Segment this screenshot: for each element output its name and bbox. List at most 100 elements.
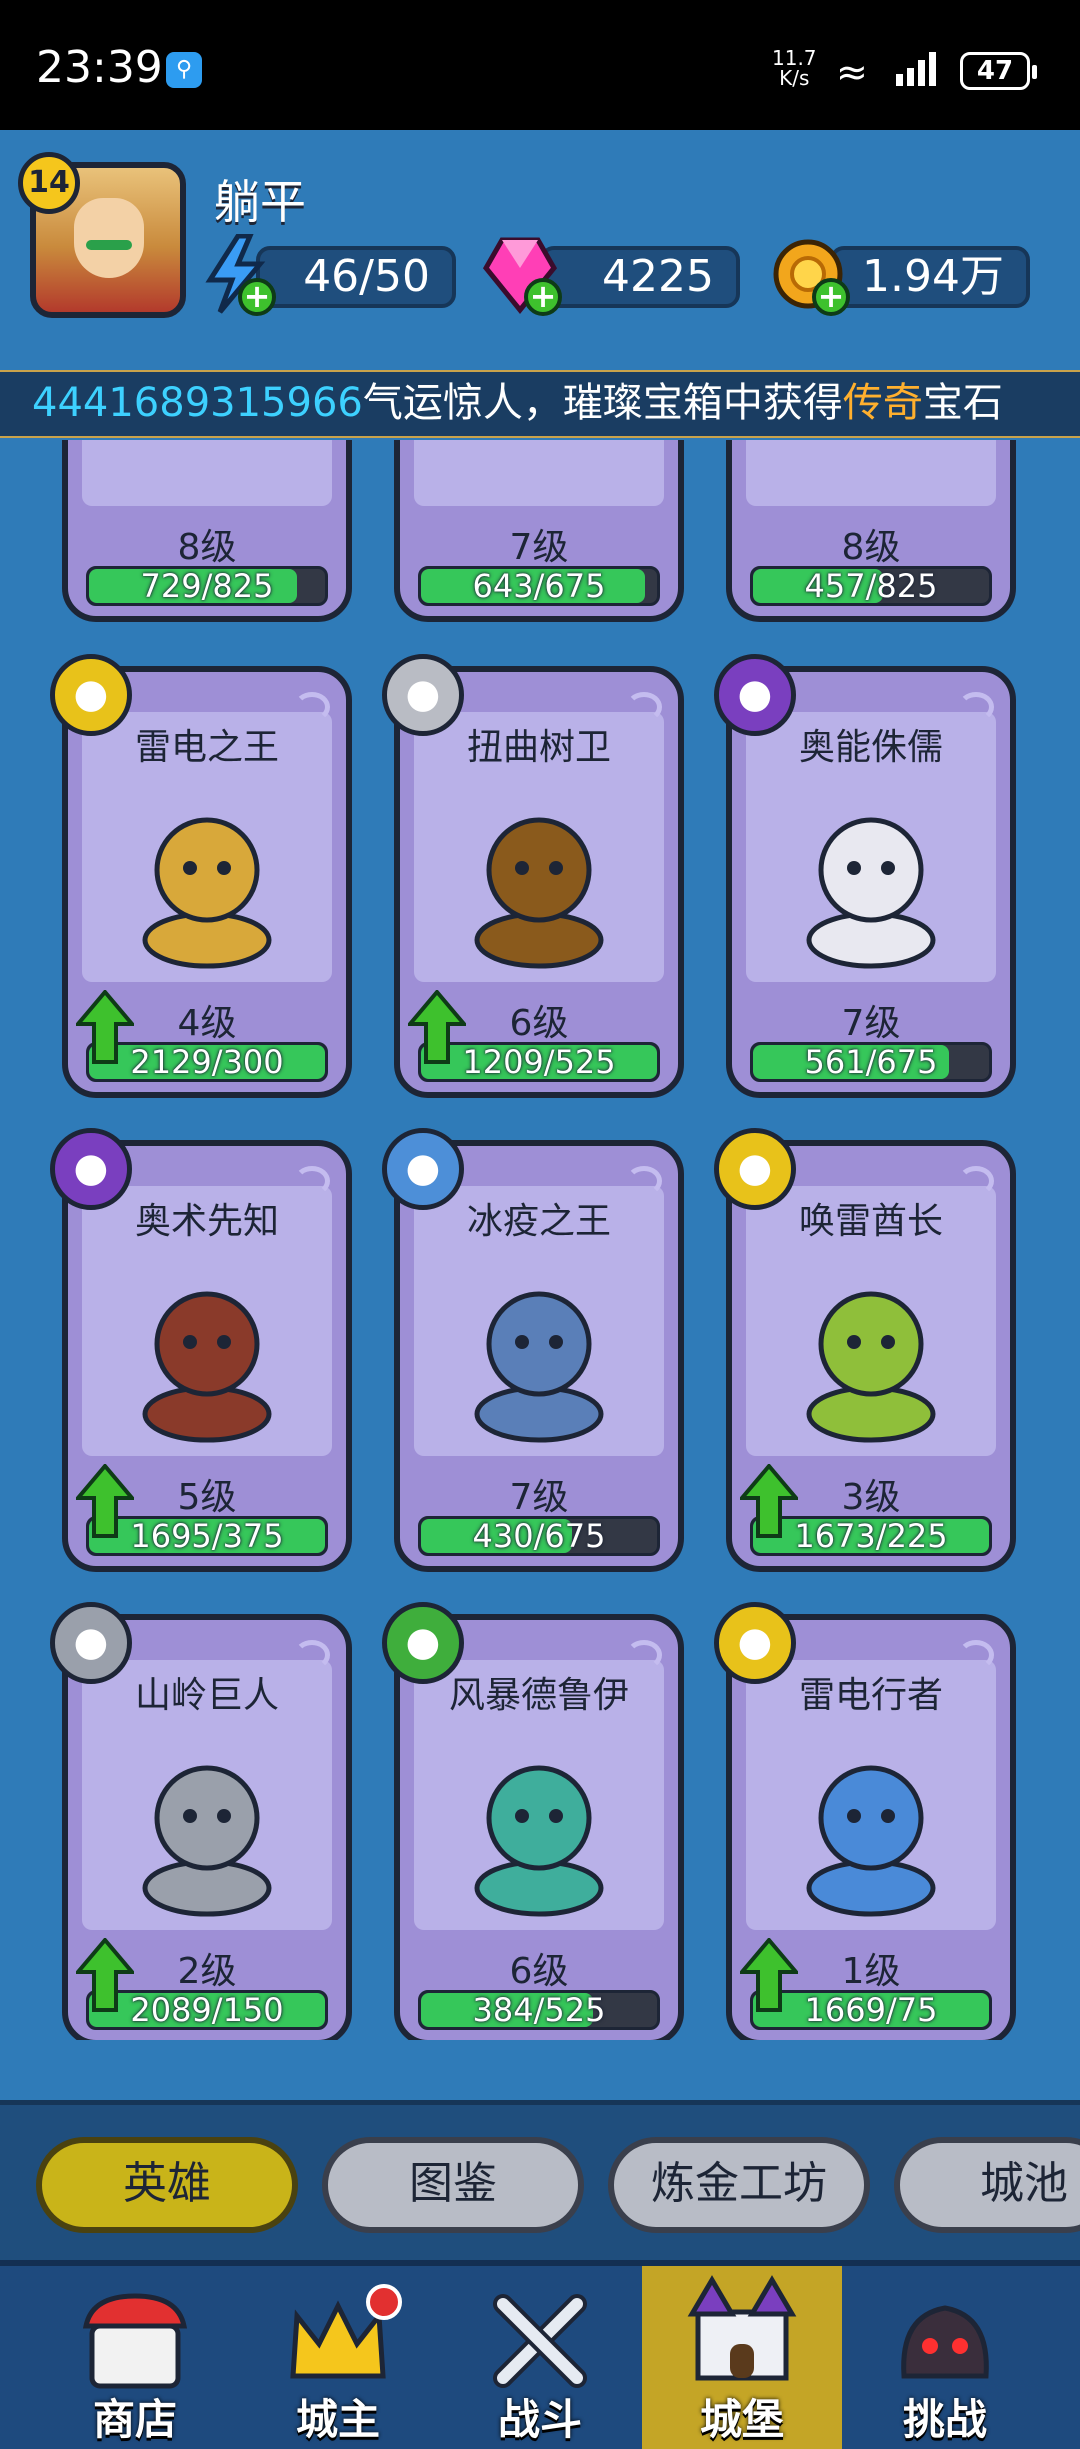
tab-codex[interactable]: 图鉴 [322, 2137, 584, 2233]
demon-helmet-icon [901, 2305, 989, 2379]
hero-progress-bar: 457/825 [750, 566, 992, 606]
nav-challenge[interactable]: 挑战 [845, 2266, 1045, 2449]
hero-progress-bar: 430/675 [418, 1516, 660, 1556]
upgrade-arrow-icon [408, 990, 466, 1064]
hero-progress-text: 457/825 [804, 567, 938, 605]
player-level-badge: 14 [18, 152, 80, 214]
hero-portrait [474, 817, 604, 969]
search-app-icon: ⚲ [166, 52, 202, 88]
player-header: 14 躺平 + 46/50 + 4225 + 1.94万 [0, 130, 1080, 370]
arcane-icon: ● [714, 654, 796, 736]
hero-card-art-area [414, 440, 664, 506]
arrows-icon: ● [50, 1128, 132, 1210]
hero-card[interactable]: ● 雷电行者 1级 1669/75 [714, 1602, 1016, 2040]
hero-progress-text: 384/525 [472, 1991, 606, 2029]
nav-battle[interactable]: 战斗 [440, 2266, 640, 2449]
hero-card[interactable]: ● 奥术先知 5级 1695/375 [50, 1128, 352, 1572]
hero-progress-text: 561/675 [804, 1043, 938, 1081]
clock: 23:39 [36, 42, 163, 93]
hero-card-art-area [82, 440, 332, 506]
tab-alchemy-workshop[interactable]: 炼金工坊 [608, 2137, 870, 2233]
hero-portrait [142, 1291, 272, 1443]
nav-shop-label: 商店 [92, 2395, 177, 2444]
shop-icon [82, 2293, 188, 2389]
hero-progress-bar: 729/825 [86, 566, 328, 606]
tab-city[interactable]: 城池 [894, 2137, 1080, 2233]
nav-battle-label: 战斗 [497, 2395, 582, 2444]
hero-card[interactable]: 8级 457/825 [726, 440, 1016, 622]
hero-portrait [142, 1765, 272, 1917]
mountain-icon: ● [50, 1602, 132, 1684]
tab-heroes[interactable]: 英雄 [36, 2137, 298, 2233]
player-name: 躺平 [214, 175, 306, 229]
hero-level: 7级 [509, 527, 569, 568]
add-gold-button[interactable]: + [812, 278, 850, 316]
add-energy-button[interactable]: + [238, 278, 276, 316]
wind-icon: ● [382, 1602, 464, 1684]
hero-card[interactable]: ● 奥能侏儒 7级 561/675 [714, 654, 1016, 1098]
gems-value: 4225 [540, 246, 740, 308]
hero-card[interactable]: ● 扭曲树卫 6级 1209/525 [382, 654, 684, 1098]
announcement-marquee: 4441689315966气运惊人，璀璨宝箱中获得传奇宝石 [0, 370, 1080, 438]
hero-portrait [806, 817, 936, 969]
hero-progress-bar: 561/675 [750, 1042, 992, 1082]
net-speed-value: 11.7 [772, 46, 817, 70]
nav-lord[interactable]: 城主 [238, 2266, 438, 2449]
marquee-text-1: 气运惊人，璀璨宝箱中获得 [362, 380, 843, 426]
battery-icon: 47 [960, 52, 1037, 90]
hero-level: 8级 [177, 527, 237, 568]
hero-progress-text: 430/675 [472, 1517, 606, 1555]
nav-castle-label: 城堡 [699, 2395, 784, 2444]
hero-progress-bar: 643/675 [418, 566, 660, 606]
upgrade-arrow-icon [76, 1464, 134, 1538]
lightning-icon: ● [50, 654, 132, 736]
ice-crystal-icon: ● [382, 1128, 464, 1210]
lightning-icon: ● [714, 1128, 796, 1210]
marquee-player-id: 4441689315966 [32, 380, 363, 426]
hero-card[interactable]: ● 唤雷酋长 3级 1673/225 [714, 1128, 1016, 1572]
hero-card-art-area [746, 440, 996, 506]
hero-portrait [474, 1765, 604, 1917]
hero-card[interactable]: ● 雷电之王 4级 2129/300 [50, 654, 352, 1098]
hero-portrait [806, 1765, 936, 1917]
hero-card[interactable]: 8级 729/825 [62, 440, 352, 622]
wifi-icon: ≈ [836, 50, 868, 94]
hero-level: 7级 [841, 1003, 901, 1044]
hero-portrait [142, 817, 272, 969]
nav-challenge-label: 挑战 [902, 2395, 987, 2444]
nav-shop[interactable]: 商店 [35, 2266, 235, 2449]
hero-card[interactable]: 7级 643/675 [394, 440, 684, 622]
marquee-highlight: 传奇 [842, 380, 923, 426]
hero-card[interactable]: ● 冰疫之王 7级 430/675 [382, 1128, 684, 1572]
status-bar: 23:39 ⚲ 11.7 K/s ≈ 47 [0, 0, 1080, 130]
hero-portrait [806, 1291, 936, 1443]
hero-level: 8级 [841, 527, 901, 568]
hero-level: 7级 [509, 1477, 569, 1518]
signal-icon [896, 52, 940, 86]
upgrade-arrow-icon [76, 990, 134, 1064]
notification-dot [366, 2284, 402, 2320]
crossed-swords-icon [493, 2294, 587, 2388]
upgrade-arrow-icon [76, 1938, 134, 2012]
hero-progress-text: 729/825 [140, 567, 274, 605]
hero-level: 6级 [509, 1951, 569, 1992]
bottom-nav: 商店 城主 战斗 城堡 挑战 [0, 2260, 1080, 2449]
lightning-icon: ● [714, 1602, 796, 1684]
net-speed-unit: K/s [779, 66, 810, 90]
gold-value: 1.94万 [830, 246, 1030, 308]
nav-castle[interactable]: 城堡 [642, 2266, 842, 2449]
hero-progress-bar: 384/525 [418, 1990, 660, 2030]
upgrade-arrow-icon [740, 1464, 798, 1538]
helmet-icon: ● [382, 654, 464, 736]
hero-progress-text: 643/675 [472, 567, 606, 605]
nav-lord-label: 城主 [295, 2395, 380, 2444]
hero-card[interactable]: ● 风暴德鲁伊 6级 384/525 [382, 1602, 684, 2040]
castle-icon [687, 2275, 797, 2381]
hero-card[interactable]: ● 山岭巨人 2级 2089/150 [50, 1602, 352, 2040]
energy-value: 46/50 [256, 246, 456, 308]
network-speed: 11.7 K/s [772, 48, 817, 88]
add-gems-button[interactable]: + [524, 278, 562, 316]
upgrade-arrow-icon [740, 1938, 798, 2012]
hero-portrait [474, 1291, 604, 1443]
hero-grid: 8级 729/825 7级 643/675 8级 457/825 ● 雷电之王 4级… [0, 440, 1080, 2040]
